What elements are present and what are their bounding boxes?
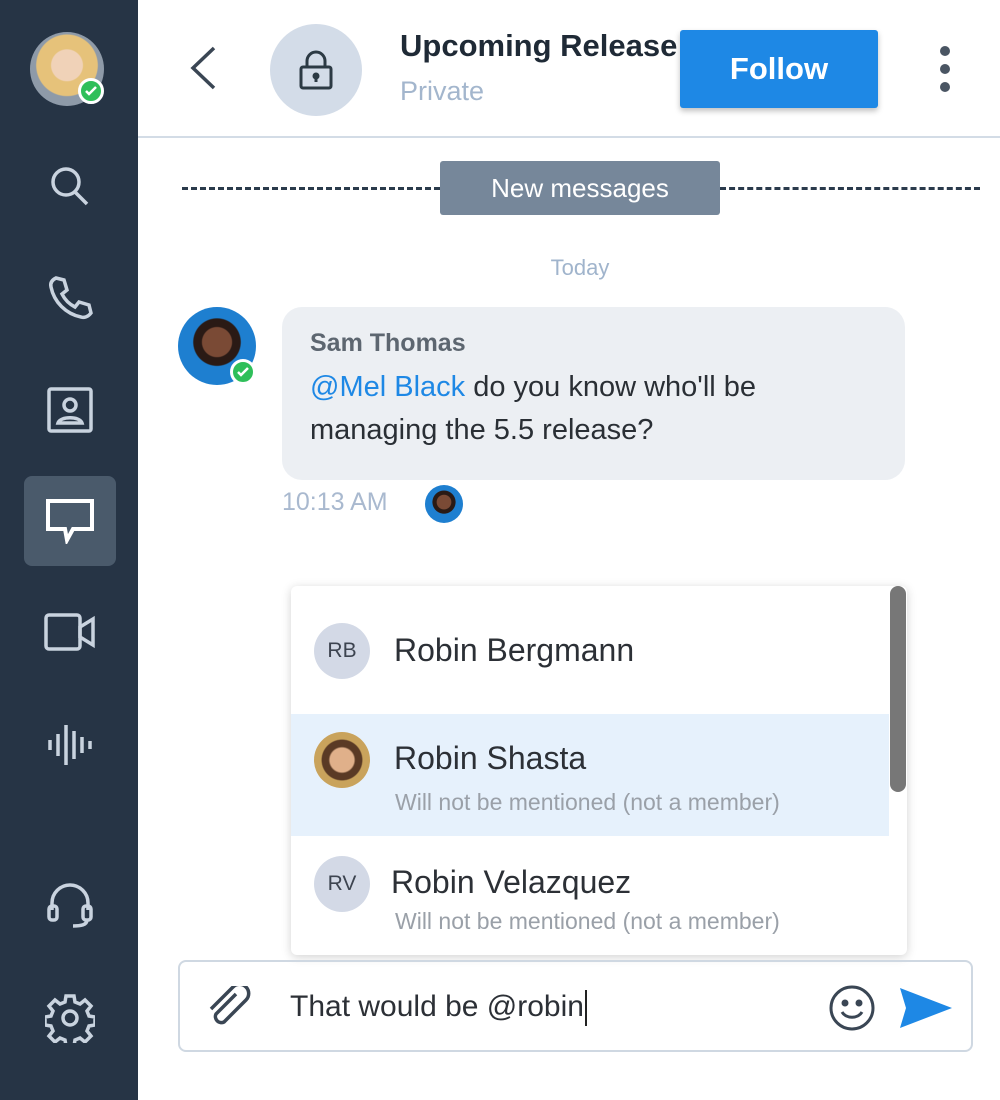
suggestion-item[interactable]: RB Robin Bergmann (291, 586, 889, 714)
divider-line (182, 187, 440, 190)
sidebar-item-search[interactable] (24, 141, 116, 231)
scrollbar-thumb[interactable] (890, 586, 906, 792)
sidebar-item-messages[interactable] (24, 476, 116, 566)
text-caret (584, 990, 587, 1027)
chat-bubble-icon (46, 499, 94, 544)
suggestion-note: Will not be mentioned (not a member) (395, 908, 780, 934)
sidebar (0, 0, 138, 1100)
send-icon (900, 988, 952, 1028)
sidebar-item-settings[interactable] (24, 973, 116, 1063)
new-messages-divider: New messages (440, 161, 720, 215)
channel-title: Upcoming Release (400, 28, 678, 63)
channel-avatar (270, 24, 362, 116)
sender-avatar[interactable] (178, 307, 256, 385)
suggestion-name: Robin Shasta (394, 740, 587, 776)
message-bubble: Sam Thomas @Mel Black do you know who'll… (282, 307, 905, 480)
send-button[interactable] (898, 986, 954, 1035)
lock-icon (299, 50, 333, 90)
phone-icon (49, 276, 93, 320)
sidebar-item-support[interactable] (24, 860, 116, 950)
back-button[interactable] (188, 45, 218, 96)
sidebar-item-calls[interactable] (24, 253, 116, 343)
mention-link[interactable]: @Mel Black (310, 371, 465, 403)
search-icon (51, 167, 89, 206)
more-options-button[interactable] (935, 45, 955, 98)
chevron-left-icon (190, 46, 216, 90)
mention-suggestions: RB Robin Bergmann Robin Shasta Will not … (291, 586, 907, 955)
voicemail-waveform-icon (48, 725, 92, 765)
initials-avatar: RV (314, 856, 370, 912)
emoji-button[interactable] (828, 984, 876, 1037)
date-separator: Today (550, 255, 610, 280)
sidebar-item-voicemail[interactable] (24, 700, 116, 790)
message-input[interactable]: That would be @robin (290, 990, 587, 1027)
contact-card-icon (47, 387, 93, 433)
video-camera-icon (44, 613, 95, 651)
suggestion-note: Will not be mentioned (not a member) (395, 789, 780, 815)
channel-privacy: Private (400, 76, 485, 106)
gear-icon (45, 994, 95, 1043)
headset-icon (47, 883, 93, 928)
user-avatar[interactable] (30, 32, 104, 106)
suggestion-item[interactable]: Robin Shasta Will not be mentioned (not … (291, 714, 889, 836)
kebab-menu-icon (940, 46, 950, 92)
message-sender: Sam Thomas (310, 329, 466, 357)
sidebar-item-video[interactable] (24, 587, 116, 677)
suggestion-name: Robin Velazquez (391, 864, 632, 900)
conversation-header: Upcoming Release Private Follow (138, 0, 1000, 138)
suggestion-name: Robin Bergmann (394, 632, 635, 668)
message-input-value: That would be @robin (290, 990, 584, 1023)
sidebar-item-contacts[interactable] (24, 365, 116, 455)
suggestion-item[interactable]: RV Robin Velazquez Will not be mentioned… (291, 836, 889, 955)
follow-button[interactable]: Follow (680, 30, 878, 108)
divider-line (720, 187, 980, 190)
message-timestamp: 10:13 AM (282, 488, 388, 516)
attach-button[interactable] (206, 982, 254, 1035)
initials-avatar: RB (314, 623, 370, 679)
message-composer[interactable]: That would be @robin (178, 960, 973, 1052)
read-receipt-avatar (425, 485, 463, 523)
online-status-icon (230, 359, 256, 385)
online-status-icon (78, 78, 104, 104)
paperclip-icon (209, 982, 251, 1025)
user-avatar-image (314, 732, 370, 788)
smiley-icon (829, 985, 875, 1031)
